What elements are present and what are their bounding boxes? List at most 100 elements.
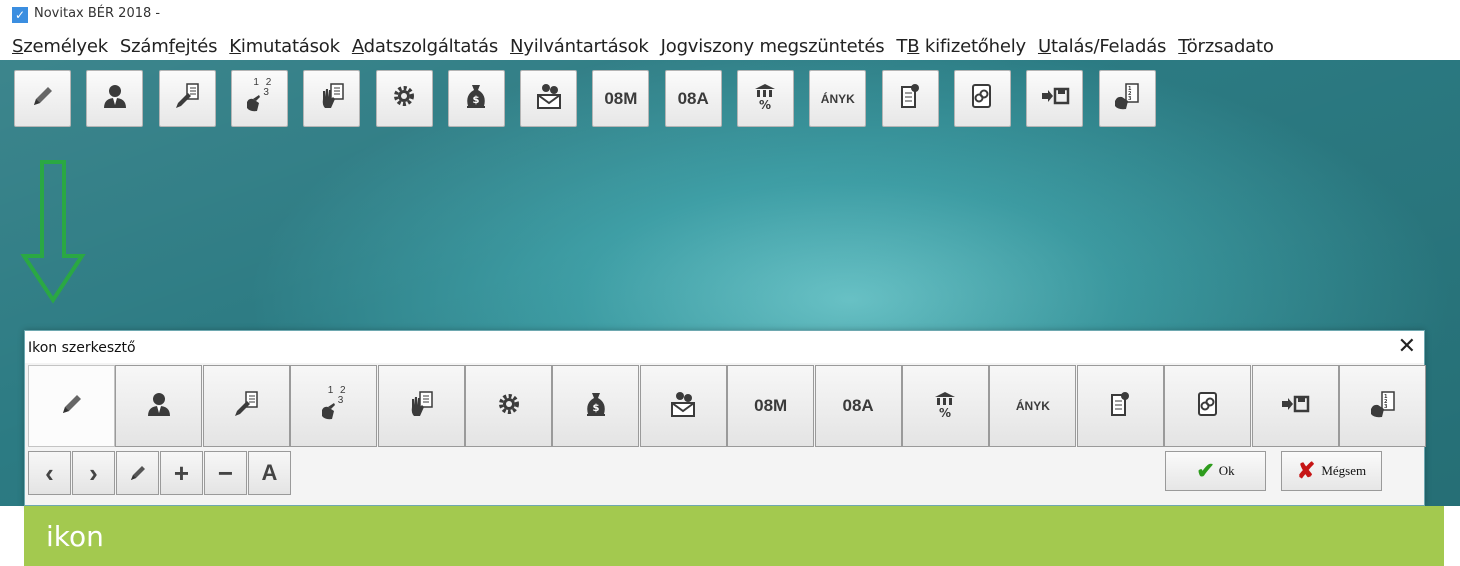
dialog-icon-person[interactable] xyxy=(115,365,203,447)
person-icon xyxy=(144,389,174,424)
dialog-icon-money-envelope[interactable] xyxy=(639,365,727,447)
08a-icon: 08A xyxy=(842,396,874,415)
toolbar-button-hand-list[interactable]: 123 xyxy=(1098,70,1156,127)
pencil-icon xyxy=(28,81,58,116)
dialog-icon-hand-document[interactable] xyxy=(377,365,465,447)
menu-item-label: datszolgáltatás xyxy=(363,36,499,57)
toolbar-button-person[interactable] xyxy=(86,70,144,127)
person-icon xyxy=(100,81,130,116)
menu-item-accelerator: A xyxy=(351,36,364,57)
money-envelope-icon xyxy=(534,81,564,116)
prev-button[interactable]: ‹ xyxy=(28,451,71,495)
menu-item-label: imutatások xyxy=(240,36,340,57)
document-coin-icon xyxy=(895,81,925,116)
toolbar-button-coins-document[interactable] xyxy=(953,70,1011,127)
menu-item-label: zemélyek xyxy=(23,36,108,57)
bank-percent-icon: % xyxy=(931,389,961,424)
menu-item-label: kifizetőhely xyxy=(919,36,1026,57)
cancel-button[interactable]: ✘ Mégsem xyxy=(1281,451,1382,491)
title-bar: ✓ Novitax BÉR 2018 - xyxy=(0,0,1460,34)
text-button[interactable]: A xyxy=(248,451,291,495)
icon-editor-dialog: Ikon szerkesztő ✕ 1 2 3 $08M 08A% ÁNYK 1 2 3 ‹ … xyxy=(24,330,1426,506)
08m-icon: 08M xyxy=(604,88,638,108)
close-icon[interactable]: ✕ xyxy=(1398,334,1416,358)
toolbar-button-08a[interactable]: 08A xyxy=(664,70,722,127)
check-icon: ✔ xyxy=(1196,458,1215,483)
ok-button[interactable]: ✔ Ok xyxy=(1165,451,1266,491)
toolbar-button-hand-numbers[interactable]: 1 23 xyxy=(230,70,288,127)
letter-a-icon: A xyxy=(261,460,278,485)
dialog-icon-anyk[interactable]: ÁNYK xyxy=(989,365,1077,447)
anyk-icon: ÁNYK xyxy=(820,91,855,106)
caption-bar: ikon xyxy=(24,506,1444,566)
gear-icon xyxy=(389,81,419,116)
toolbar-button-hand-document[interactable] xyxy=(303,70,361,127)
dialog-icon-money-bag[interactable]: $ xyxy=(552,365,640,447)
dialog-icon-edit-document[interactable] xyxy=(202,365,290,447)
svg-text:%: % xyxy=(759,98,771,111)
svg-text:3: 3 xyxy=(1384,404,1388,410)
remove-button[interactable]: − xyxy=(204,451,247,495)
toolbar-button-money-bag[interactable]: $ xyxy=(447,70,505,127)
08m-icon: 08M xyxy=(754,396,788,415)
dialog-icon-08a[interactable]: 08A xyxy=(814,365,902,447)
edit-button[interactable] xyxy=(116,451,159,495)
hand-numbers-icon: 1 23 xyxy=(318,385,350,425)
toolbar-button-bank-percent[interactable]: % xyxy=(737,70,794,127)
dialog-icon-export-save[interactable] xyxy=(1251,365,1339,447)
dialog-icon-08m[interactable]: 08M xyxy=(727,365,815,447)
menu-item-accelerator: U xyxy=(1037,36,1051,57)
toolbar-button-gear[interactable] xyxy=(375,70,433,127)
menu-item-8[interactable]: Törzsadato xyxy=(1178,34,1274,60)
bank-percent-icon: % xyxy=(751,81,781,116)
toolbar-button-anyk[interactable]: ÁNYK xyxy=(809,70,867,127)
menu-item-6[interactable]: TB kifizetőhely xyxy=(896,34,1026,60)
toolbar-button-document-coin[interactable] xyxy=(881,70,939,127)
dialog-title-bar: Ikon szerkesztő ✕ xyxy=(25,331,1424,363)
menu-item-label: talás/Feladás xyxy=(1050,36,1167,57)
caption-text: ikon xyxy=(46,520,104,553)
toolbar-button-pencil[interactable] xyxy=(14,70,71,127)
menu-item-0[interactable]: Személyek xyxy=(12,34,108,60)
dialog-icon-pencil[interactable] xyxy=(28,365,115,447)
pencil-icon xyxy=(130,466,145,480)
coins-document-icon xyxy=(1193,389,1223,424)
svg-text:%: % xyxy=(939,406,951,419)
menu-item-3[interactable]: Adatszolgáltatás xyxy=(352,34,498,60)
add-button[interactable]: + xyxy=(160,451,203,495)
x-icon: ✘ xyxy=(1296,458,1316,483)
dialog-icon-document-coin[interactable] xyxy=(1076,365,1164,447)
pencil-icon xyxy=(57,389,87,424)
toolbar-button-export-save[interactable] xyxy=(1026,70,1084,127)
menu-item-4[interactable]: Nyilvántartások xyxy=(510,34,649,60)
export-save-icon xyxy=(1280,389,1310,424)
ok-label: Ok xyxy=(1218,463,1235,478)
toolbar-button-money-envelope[interactable] xyxy=(520,70,578,127)
menu-item-prefix: Szám xyxy=(119,36,169,57)
toolbar-button-08m[interactable]: 08M xyxy=(592,70,650,127)
menu-item-label: ejtés xyxy=(174,36,218,57)
menu-item-5[interactable]: Jogviszony megszüntetés xyxy=(661,34,885,60)
document-coin-icon xyxy=(1105,389,1135,424)
chevron-left-icon: ‹ xyxy=(45,457,54,488)
menu-item-2[interactable]: Kimutatások xyxy=(229,34,340,60)
edit-document-icon xyxy=(172,81,202,116)
money-envelope-icon xyxy=(668,389,698,424)
menu-item-1[interactable]: Számfejtés xyxy=(119,34,218,60)
menu-bar: Személyek Számfejtés Kimutatások Adatszolgá… xyxy=(0,34,1460,60)
next-button[interactable]: › xyxy=(72,451,115,495)
dialog-icon-hand-list[interactable]: 123 xyxy=(1339,365,1426,447)
money-bag-icon: $ xyxy=(581,389,611,424)
svg-text:$: $ xyxy=(473,95,480,106)
hand-list-icon: 123 xyxy=(1368,389,1398,424)
dialog-icon-hand-numbers[interactable]: 1 23 xyxy=(290,365,378,447)
dialog-icon-bank-percent[interactable]: % xyxy=(902,365,989,447)
menu-item-7[interactable]: Utalás/Feladás xyxy=(1038,34,1166,60)
money-bag-icon: $ xyxy=(461,81,491,116)
menu-item-accelerator: T xyxy=(1178,36,1187,57)
menu-item-label: yilvántartások xyxy=(523,36,649,57)
export-save-icon xyxy=(1040,81,1070,116)
dialog-icon-gear[interactable] xyxy=(465,365,552,447)
dialog-icon-coins-document[interactable] xyxy=(1164,365,1252,447)
toolbar-button-edit-document[interactable] xyxy=(158,70,216,127)
